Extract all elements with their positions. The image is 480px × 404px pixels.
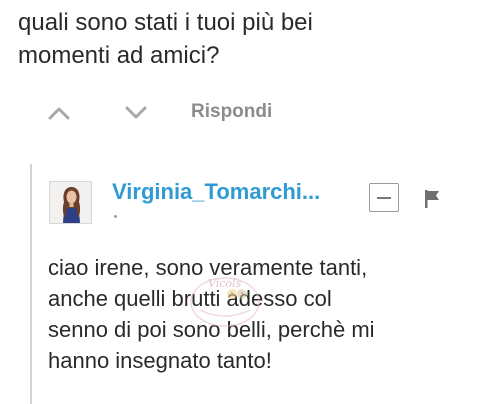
reply-button[interactable]: Rispondi (191, 101, 272, 123)
chevron-up-icon (48, 107, 70, 120)
minus-box-icon (377, 197, 391, 199)
reply-username[interactable]: Virginia_Tomarchi... (112, 179, 320, 205)
flag-icon (425, 190, 439, 208)
chevron-down-icon (125, 106, 147, 119)
reply-thread-line (30, 164, 32, 404)
comment-actions: Rispondi (0, 92, 480, 132)
flag-button[interactable] (419, 186, 445, 212)
collapse-button[interactable] (369, 183, 399, 212)
reply-comment-text: ciao irene, sono veramente tanti, anche … (48, 255, 375, 373)
reply-meta-dot (114, 215, 117, 218)
parent-comment: quali sono stati i tuoi più bei momenti … (0, 0, 480, 150)
avatar-image (50, 182, 91, 223)
upvote-button[interactable] (42, 96, 76, 130)
parent-comment-text: quali sono stati i tuoi più bei momenti … (18, 9, 313, 69)
downvote-button[interactable] (119, 96, 153, 130)
avatar[interactable] (49, 181, 92, 224)
